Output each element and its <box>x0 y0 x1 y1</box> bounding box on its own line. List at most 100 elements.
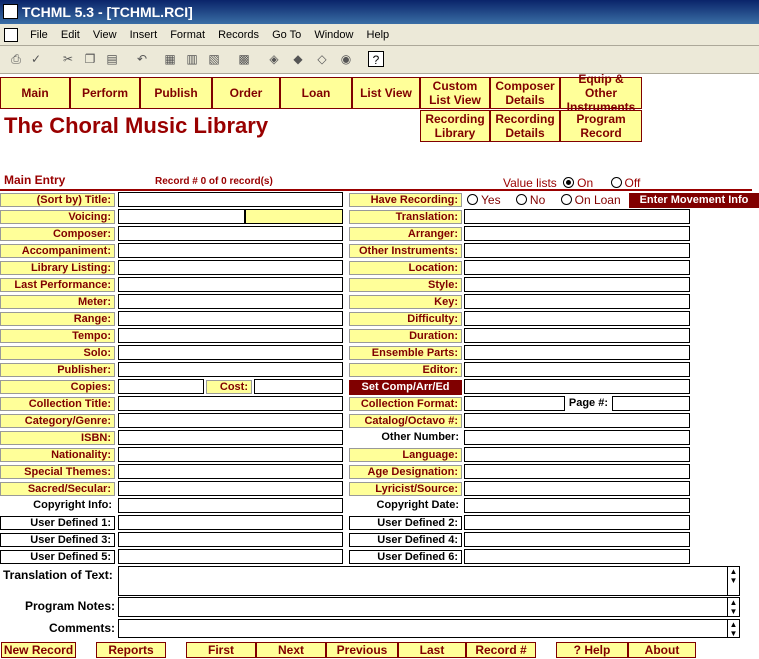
category-field[interactable] <box>118 413 343 428</box>
library-listing-field[interactable] <box>118 260 343 275</box>
key-field[interactable] <box>464 294 690 309</box>
recording-no-radio[interactable] <box>515 194 527 205</box>
collection-title-field[interactable] <box>118 396 343 411</box>
translation-field[interactable] <box>464 209 690 224</box>
nav-perform-button[interactable]: Perform <box>70 77 140 109</box>
user-defined-6-field[interactable] <box>464 549 690 564</box>
translation-text-area[interactable]: ▲ ▼ <box>118 566 740 596</box>
difficulty-field[interactable] <box>464 311 690 326</box>
comp-arr-ed-field[interactable] <box>464 379 690 394</box>
help-button[interactable]: ? Help <box>556 642 628 658</box>
nav-order-button[interactable]: Order <box>212 77 280 109</box>
program-notes-scrollbar[interactable]: ▲ ▼ <box>727 598 739 616</box>
sacred-secular-field[interactable] <box>118 481 343 496</box>
print-icon[interactable]: ⎙ <box>8 51 24 67</box>
user-defined-2-field[interactable] <box>464 515 690 530</box>
program-notes-area[interactable]: ▲ ▼ <box>118 597 740 617</box>
accompaniment-field[interactable] <box>118 243 343 258</box>
nav-composer-details-button[interactable]: Composer Details <box>490 77 560 109</box>
location-field[interactable] <box>464 260 690 275</box>
menu-records[interactable]: Records <box>213 24 264 46</box>
reports-button[interactable]: Reports <box>96 642 166 658</box>
menu-format[interactable]: Format <box>165 24 210 46</box>
menu-file[interactable]: File <box>25 24 53 46</box>
text-format-icon[interactable]: ▦ <box>162 51 178 67</box>
new-record-button[interactable]: New Record <box>1 642 76 658</box>
page-field[interactable] <box>612 396 690 411</box>
arranger-field[interactable] <box>464 226 690 241</box>
table-icon[interactable]: ▩ <box>236 51 252 67</box>
lyricist-field[interactable] <box>464 481 690 496</box>
nav-program-record-button[interactable]: Program Record <box>560 110 642 142</box>
previous-button[interactable]: Previous <box>326 642 398 658</box>
value-lists-off-radio[interactable] <box>610 177 622 188</box>
user-defined-3-field[interactable] <box>118 532 343 547</box>
copyright-date-field[interactable] <box>464 498 690 513</box>
first-button[interactable]: First <box>186 642 256 658</box>
voicing-field[interactable] <box>118 209 245 224</box>
document-icon[interactable] <box>4 28 18 43</box>
help-icon[interactable]: ? <box>368 51 384 67</box>
style-field[interactable] <box>464 277 690 292</box>
menu-window[interactable]: Window <box>309 24 358 46</box>
title-field[interactable] <box>118 192 343 207</box>
other-instruments-field[interactable] <box>464 243 690 258</box>
last-performance-field[interactable] <box>118 277 343 292</box>
set-comp-arr-ed-button[interactable]: Set Comp/Arr/Ed <box>349 380 462 395</box>
menu-help[interactable]: Help <box>362 24 395 46</box>
enter-movement-info-button[interactable]: Enter Movement Info <box>629 193 759 208</box>
nav-custom-listview-button[interactable]: Custom List View <box>420 77 490 109</box>
cost-field[interactable] <box>254 379 343 394</box>
special-themes-field[interactable] <box>118 464 343 479</box>
replace-icon[interactable]: ◇ <box>314 51 330 67</box>
menu-insert[interactable]: Insert <box>125 24 163 46</box>
publisher-field[interactable] <box>118 362 343 377</box>
translation-scrollbar[interactable]: ▲ ▼ <box>727 567 739 595</box>
comments-scrollbar[interactable]: ▲ ▼ <box>727 620 739 638</box>
undo-icon[interactable]: ↶ <box>134 51 150 67</box>
nationality-field[interactable] <box>118 447 343 462</box>
nav-listview-button[interactable]: List View <box>352 77 420 109</box>
solo-field[interactable] <box>118 345 343 360</box>
nav-main-button[interactable]: Main <box>0 77 70 109</box>
record-number-button[interactable]: Record # <box>466 642 536 658</box>
language-field[interactable] <box>464 447 690 462</box>
recording-yes-radio[interactable] <box>467 194 478 205</box>
ensemble-parts-field[interactable] <box>464 345 690 360</box>
nav-equip-other-button[interactable]: Equip & Other Instruments <box>560 72 642 114</box>
isbn-field[interactable] <box>118 430 343 445</box>
find-icon[interactable]: ◆ <box>290 51 306 67</box>
spellcheck-icon[interactable]: ✓ <box>28 51 44 67</box>
age-designation-field[interactable] <box>464 464 690 479</box>
record-icon[interactable]: ◈ <box>266 51 282 67</box>
nav-loan-button[interactable]: Loan <box>280 77 352 109</box>
tempo-field[interactable] <box>118 328 343 343</box>
browse-icon[interactable]: ◉ <box>338 51 354 67</box>
recording-onloan-radio[interactable] <box>560 194 572 205</box>
user-defined-5-field[interactable] <box>118 549 343 564</box>
duration-field[interactable] <box>464 328 690 343</box>
sort-icon[interactable]: ▧ <box>206 51 222 67</box>
editor-field[interactable] <box>464 362 690 377</box>
meter-field[interactable] <box>118 294 343 309</box>
collection-format-field[interactable] <box>464 396 565 411</box>
value-lists-on-radio[interactable] <box>563 177 575 188</box>
next-button[interactable]: Next <box>256 642 326 658</box>
copies-field[interactable] <box>118 379 204 394</box>
nav-publish-button[interactable]: Publish <box>140 77 212 109</box>
catalog-field[interactable] <box>464 413 690 428</box>
copyright-info-field[interactable] <box>118 498 343 513</box>
user-defined-1-field[interactable] <box>118 515 343 530</box>
menu-edit[interactable]: Edit <box>56 24 85 46</box>
voicing-extra-field[interactable] <box>245 209 343 224</box>
comments-area[interactable]: ▲ ▼ <box>118 619 740 638</box>
nav-recording-library-button[interactable]: Recording Library <box>420 110 490 142</box>
other-number-field[interactable] <box>464 430 690 445</box>
copy-icon[interactable]: ❐ <box>82 51 98 67</box>
composer-field[interactable] <box>118 226 343 241</box>
menu-view[interactable]: View <box>88 24 122 46</box>
user-defined-4-field[interactable] <box>464 532 690 547</box>
menu-goto[interactable]: Go To <box>267 24 306 46</box>
paste-icon[interactable]: ▤ <box>104 51 120 67</box>
align-icon[interactable]: ▥ <box>184 51 200 67</box>
